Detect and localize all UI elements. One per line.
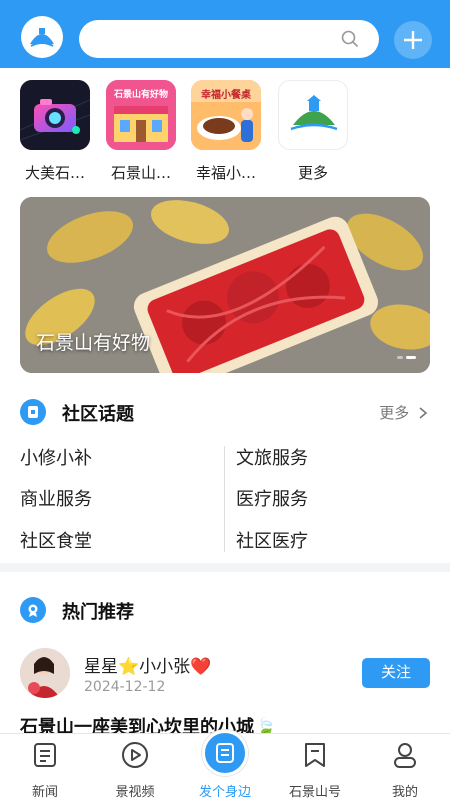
top-header (0, 0, 450, 68)
app-label: 更多 (297, 164, 328, 182)
more-label: 更多 (379, 404, 410, 422)
news-icon (34, 743, 56, 767)
topic-item[interactable]: 社区食堂 (20, 527, 92, 553)
avatar[interactable] (20, 648, 70, 698)
carousel-indicator (394, 344, 416, 363)
plus-icon (404, 31, 422, 49)
topic-item[interactable]: 商业服务 (20, 485, 92, 511)
section-title: 社区话题 (62, 404, 134, 425)
tab-label: 石景山号 (288, 785, 341, 800)
carousel-dot-active (406, 356, 416, 359)
app-item-dining[interactable]: 幸福小餐桌 幸福小… (189, 80, 263, 183)
award-icon (20, 597, 46, 623)
tab-video[interactable]: 景视频 (90, 734, 180, 800)
tile-caption: 幸福小餐桌 (201, 90, 251, 101)
carousel-dot (397, 356, 403, 359)
topic-item[interactable]: 小修小补 (20, 444, 92, 470)
storefront-icon: 石景山有好物 (106, 80, 176, 150)
hot-section-header: 热门推荐 (20, 596, 430, 624)
follow-button[interactable]: 关注 (362, 658, 430, 688)
app-logo[interactable] (21, 16, 63, 58)
app-screen: 大美石… 石景山有好物 石景山… 幸福小餐桌 幸福小… 更多 石景山有好物 社区… (0, 0, 450, 800)
app-item-shop[interactable]: 石景山有好物 石景山… (104, 80, 178, 183)
app-item-more[interactable]: 更多 (276, 80, 350, 183)
post-date: 2024-12-12 (84, 679, 166, 695)
community-section-header: 社区话题 更多 (20, 398, 430, 426)
more-link[interactable]: 更多 (379, 402, 428, 423)
tab-label: 发个身边 (198, 785, 251, 800)
search-input[interactable] (79, 20, 379, 58)
author-name[interactable]: 星星⭐小小张❤️ (84, 652, 211, 677)
banner-caption: 石景山有好物 (36, 332, 151, 354)
post-nearby-button[interactable] (202, 730, 248, 776)
app-label: 石景山… (110, 164, 171, 182)
bookmark-icon (305, 743, 325, 767)
banner-carousel[interactable]: 石景山有好物 (20, 197, 430, 373)
topic-item[interactable]: 医疗服务 (236, 485, 308, 511)
user-icon (394, 743, 416, 768)
camera-icon (20, 80, 90, 150)
topic-grid: 小修小补 商业服务 社区食堂 文旅服务 医疗服务 社区医疗 (20, 444, 430, 554)
app-item-camera[interactable]: 大美石… (18, 80, 92, 183)
tab-news[interactable]: 新闻 (0, 734, 90, 800)
topic-item[interactable]: 社区医疗 (236, 527, 308, 553)
app-label: 大美石… (24, 164, 85, 182)
post-icon (216, 743, 234, 763)
tab-sjs-account[interactable]: 石景山号 (270, 734, 360, 800)
tab-label: 新闻 (31, 785, 58, 800)
play-icon (122, 742, 148, 768)
chevron-right-icon (419, 407, 428, 419)
section-title: 热门推荐 (62, 602, 134, 623)
community-icon (20, 399, 46, 425)
more-apps-icon (278, 80, 348, 150)
dining-table-icon: 幸福小餐桌 (191, 80, 261, 150)
section-separator (0, 563, 450, 572)
tab-label: 景视频 (115, 785, 155, 800)
topic-item[interactable]: 文旅服务 (236, 444, 308, 470)
tile-caption: 石景山有好物 (113, 90, 168, 100)
mini-app-row: 大美石… 石景山有好物 石景山… 幸福小餐桌 幸福小… 更多 (0, 80, 450, 190)
search-icon[interactable] (341, 30, 359, 48)
divider (224, 446, 225, 552)
add-button[interactable] (394, 21, 432, 59)
app-label: 幸福小… (195, 164, 256, 182)
tab-label: 我的 (391, 785, 418, 800)
tab-me[interactable]: 我的 (360, 734, 450, 800)
